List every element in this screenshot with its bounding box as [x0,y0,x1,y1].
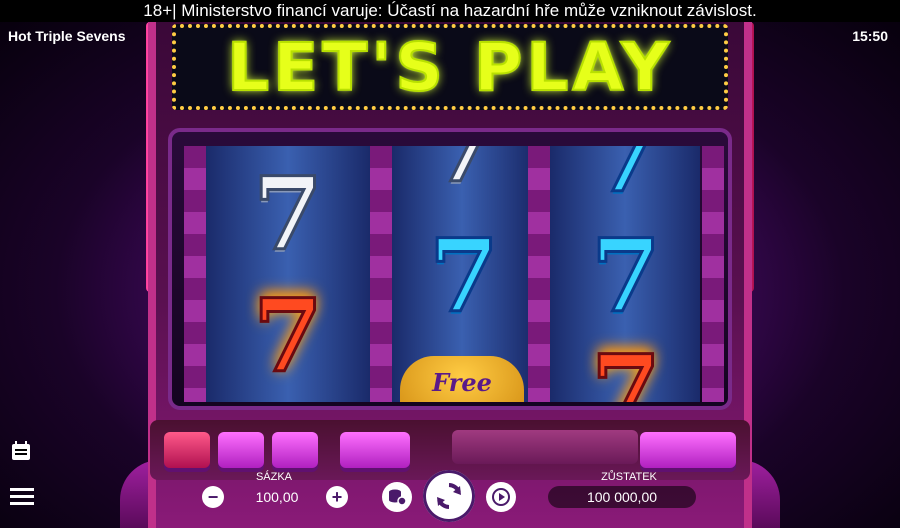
spin-button[interactable] [423,470,475,522]
game-screen: 18+| Ministerstvo financí varuje: Účastí… [0,0,900,528]
marquee-sign: LET'S PLAY [172,24,728,110]
reel-symbol: 7 [252,155,325,273]
balance-label: ZŮSTATEK [601,471,657,483]
cabinet-button [640,432,736,468]
reel-symbol: 7 [428,146,501,205]
coins-icon [389,489,407,506]
plus-icon[interactable]: + [326,486,348,508]
coin-slot-panel [452,430,638,464]
reel-divider [184,146,206,402]
reel-1: 7 7 [206,146,370,402]
cabinet-button [218,432,264,468]
reel-frame: 7 7 7 7 Free 7 7 7 [168,128,732,410]
cabinet-button [340,432,410,468]
clock: 15:50 [852,28,888,44]
menu-icon[interactable] [10,487,34,512]
gambling-warning: 18+| Ministerstvo financí varuje: Účastí… [0,0,900,22]
reel-divider [370,146,392,402]
cabinet-button [164,432,210,468]
bet-value: 100,00 [255,489,299,505]
reel-symbol: 7 [590,146,663,215]
game-title: Hot Triple Sevens [8,28,126,44]
reel-symbol: 7 [252,277,325,395]
reel-symbol-blue: 7 [590,217,663,335]
spin-icon [437,483,461,509]
reel-divider [528,146,550,402]
reel-2: 7 7 Free [392,146,532,402]
reel-3: 7 7 7 [550,146,700,402]
reel-divider [702,146,724,402]
reel-symbol: 7 [590,333,663,403]
marquee-text: LET'S PLAY [226,28,673,107]
coins-settings-icon[interactable] [382,482,412,512]
free-spins-symbol: Free [400,356,524,402]
bet-label: SÁZKA [255,471,293,483]
autoplay-icon[interactable] [486,482,516,512]
paytable-icon[interactable] [10,440,32,467]
balance-value: 100 000,00 [548,486,696,508]
reel-symbol: 7 [428,217,501,335]
autoplay-glyph [492,488,510,506]
cabinet-button [272,432,318,468]
minus-icon[interactable]: − [202,486,224,508]
